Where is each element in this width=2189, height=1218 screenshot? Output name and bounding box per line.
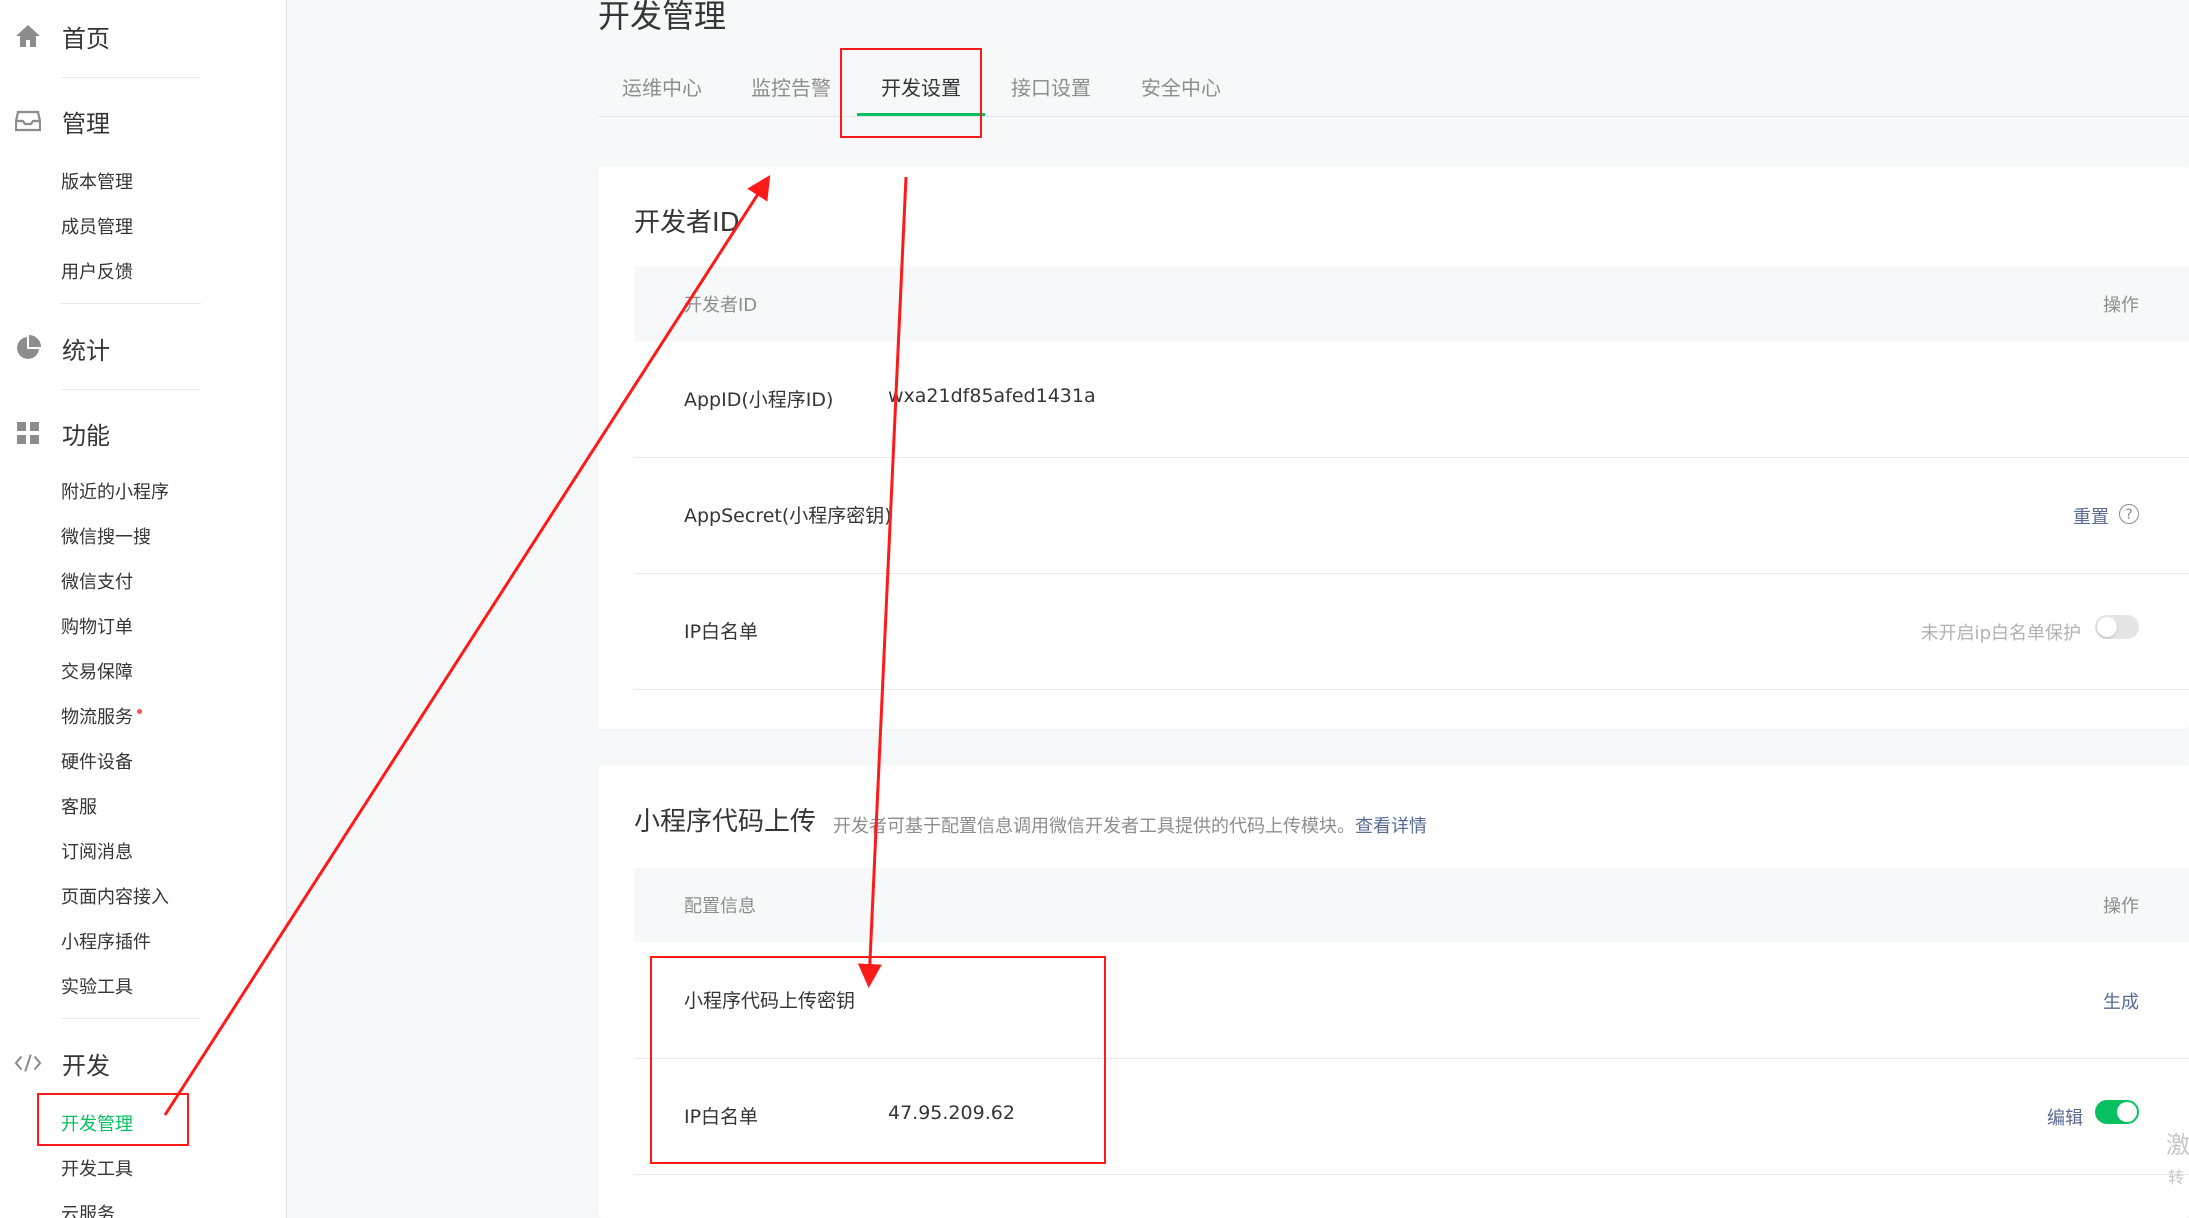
watermark: 激	[2166, 1131, 2189, 1159]
arrow-sidebar-to-tab	[163, 174, 771, 1116]
watermark-sub: 转	[2168, 1168, 2185, 1187]
annotation-arrows	[163, 174, 908, 1116]
arrow-tab-to-config	[857, 176, 908, 988]
